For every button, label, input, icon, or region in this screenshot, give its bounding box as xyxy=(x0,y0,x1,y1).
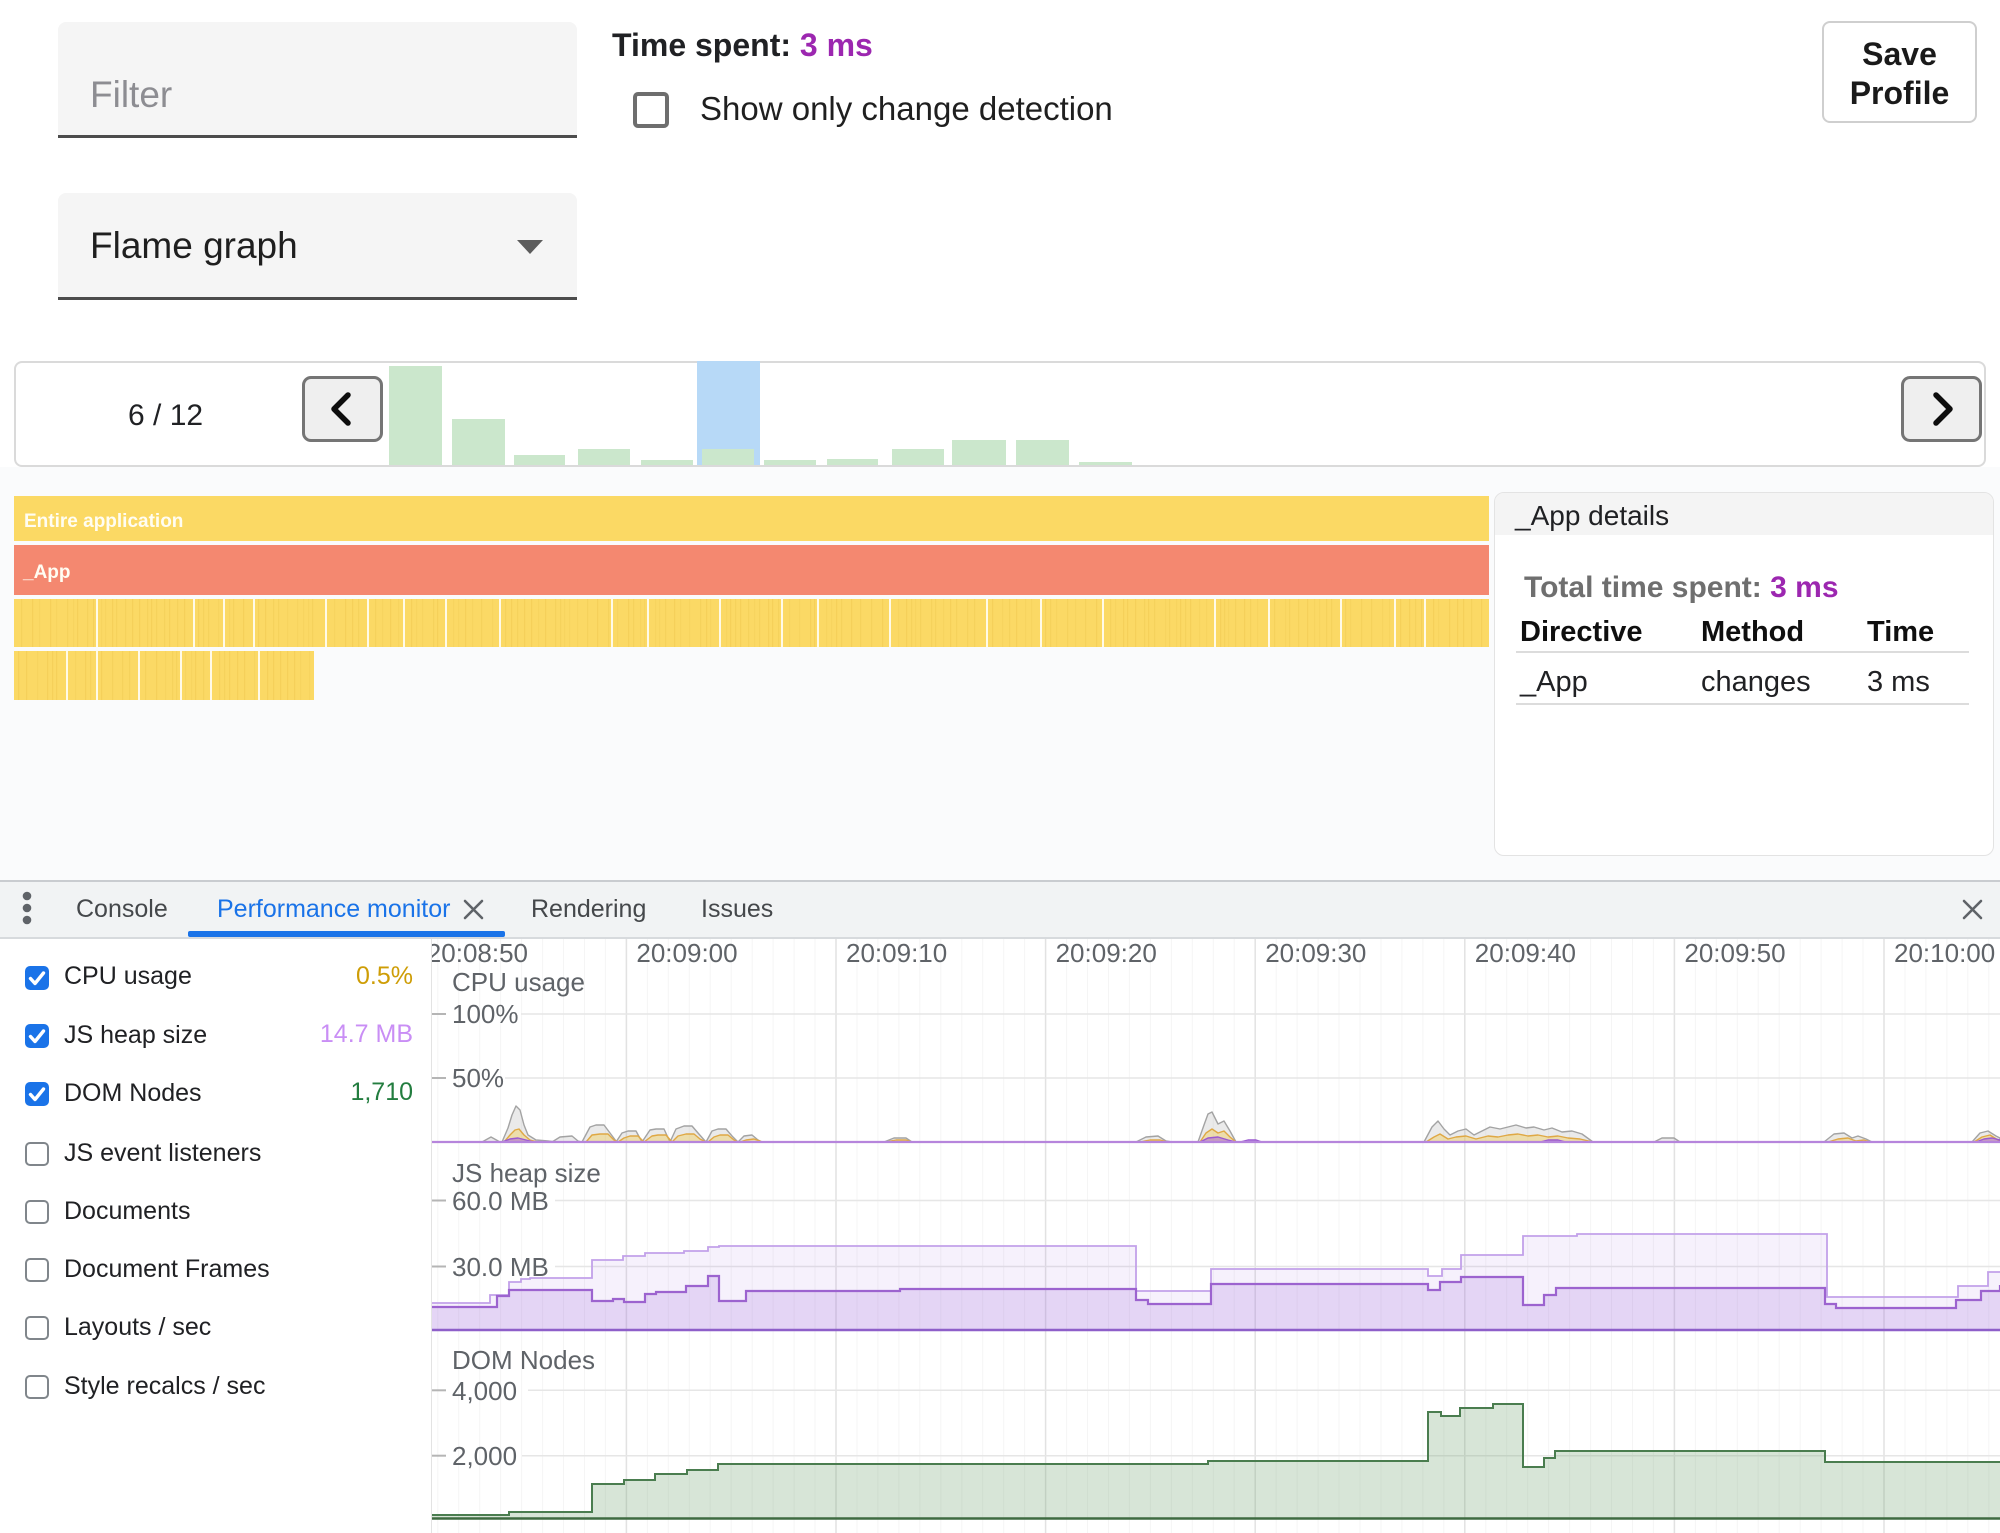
svg-text:20:09:00: 20:09:00 xyxy=(636,939,737,968)
svg-text:50%: 50% xyxy=(452,1063,504,1093)
svg-text:60.0 MB: 60.0 MB xyxy=(452,1186,549,1216)
svg-text:2,000: 2,000 xyxy=(452,1441,517,1471)
svg-text:100%: 100% xyxy=(452,999,519,1029)
svg-text:JS heap size: JS heap size xyxy=(452,1158,601,1188)
svg-text:20:08:50: 20:08:50 xyxy=(432,939,528,968)
svg-text:20:09:50: 20:09:50 xyxy=(1684,939,1785,968)
svg-text:20:10:00: 20:10:00 xyxy=(1894,939,1995,968)
svg-text:20:09:40: 20:09:40 xyxy=(1475,939,1576,968)
svg-text:20:09:20: 20:09:20 xyxy=(1056,939,1157,968)
svg-text:CPU usage: CPU usage xyxy=(452,967,585,997)
svg-text:20:09:30: 20:09:30 xyxy=(1265,939,1366,968)
svg-text:DOM Nodes: DOM Nodes xyxy=(452,1345,595,1375)
svg-text:4,000: 4,000 xyxy=(452,1376,517,1406)
svg-text:20:09:10: 20:09:10 xyxy=(846,939,947,968)
